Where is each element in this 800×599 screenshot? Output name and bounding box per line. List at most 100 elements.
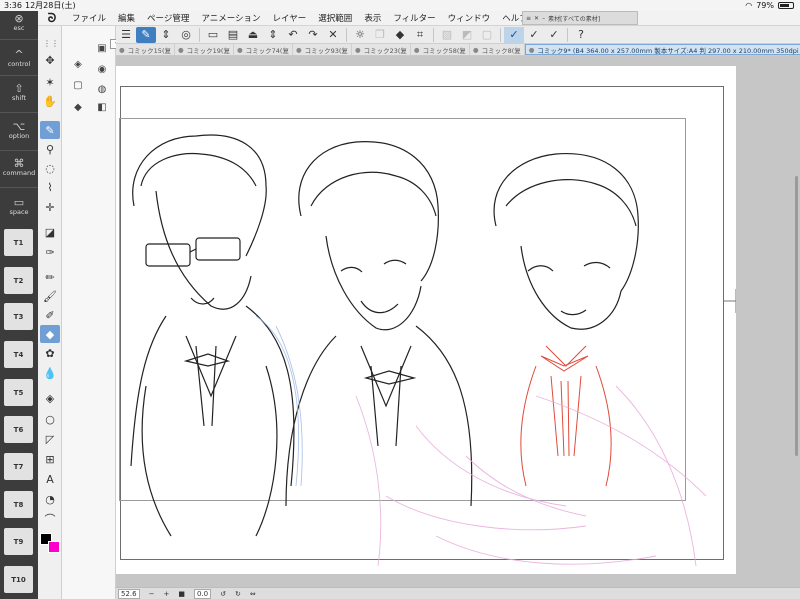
zoom-in-icon[interactable]: + [163,590,169,598]
t7-key[interactable]: T7 [4,453,33,480]
hand-tool-icon[interactable]: ✋ [40,92,60,110]
t3-key[interactable]: T3 [4,303,33,330]
canvas-paper[interactable] [116,66,736,574]
space-key[interactable]: ▭ space [2,197,36,216]
selection-pen-tool-icon[interactable]: ⌇ [40,178,60,196]
layer-icon[interactable]: ▣ [94,41,110,55]
ruler-snap-icon[interactable]: ▨ [437,27,457,43]
document-tab[interactable]: ● コミック58(复 [411,44,470,55]
spinner-icon-2[interactable]: ⇕ [263,27,283,43]
menu-view[interactable]: 表示 [358,12,387,24]
pen-pressure-icon[interactable]: ✓ [504,26,524,43]
main-tool-button[interactable]: ✎ [136,26,156,43]
menu-animation[interactable]: アニメーション [195,12,266,24]
layer-color-icon[interactable]: ◉ [94,62,110,76]
move-layer-tool-icon[interactable]: ✥ [40,51,60,69]
document-tab-active[interactable]: ● コミック9* (B4 364.00 x 257.00mm 製本サイズ:A4 判… [524,44,800,55]
grip-icon[interactable]: ≡ [526,15,531,22]
fill-bucket-icon[interactable]: ◆ [390,27,410,43]
stabilizer-icon[interactable]: ✓ [524,27,544,43]
pen-tool-icon[interactable]: ✑ [40,243,60,261]
gradient-tool-icon[interactable]: ◪ [40,223,60,241]
layer-stack-icon[interactable]: ◈ [70,57,86,71]
eraser-tool-icon[interactable]: ◆ [40,325,60,343]
lasso-tool-icon[interactable]: ◌ [40,159,60,177]
layer-lock-icon[interactable]: ◍ [94,82,110,96]
layer-mask-icon[interactable]: ◧ [94,100,110,114]
airbrush-tool-icon[interactable]: ✐ [40,306,60,324]
balloon-tool-icon[interactable]: ◔ [40,490,60,508]
figure-tool-icon[interactable]: ○ [40,410,60,428]
zoom-out-icon[interactable]: − [149,590,155,598]
ruler-tool-icon[interactable]: ◸ [40,430,60,448]
grid-snap-icon[interactable]: ▢ [477,27,497,43]
transform-tool-icon[interactable]: ✛ [40,198,60,216]
drawing-canvas[interactable] [116,56,800,587]
layer-reference-icon[interactable]: ◆ [70,100,86,114]
settings-target-icon[interactable]: ◎ [176,27,196,43]
menu-filter[interactable]: フィルター [387,12,441,24]
t10-key[interactable]: T10 [4,566,33,593]
blend-tool-icon[interactable]: 💧 [40,364,60,382]
spinner-icon[interactable]: ⇕ [156,27,176,43]
menu-selection[interactable]: 選択範囲 [312,12,358,24]
magic-wand-tool-icon[interactable]: ✶ [40,73,60,91]
open-folder-icon[interactable]: ▤ [223,27,243,43]
t8-key[interactable]: T8 [4,491,33,518]
control-key[interactable]: ^ control [2,49,36,68]
text-tool-icon[interactable]: A [40,470,60,488]
document-tab[interactable]: ● コミック93(复 [293,44,352,55]
t2-key[interactable]: T2 [4,267,33,294]
help-icon[interactable]: ? [571,27,591,43]
rotation-value[interactable]: 0.0 [193,588,212,599]
new-file-icon[interactable]: ▭ [203,27,223,43]
minimize-icon[interactable]: – [542,15,545,22]
layer-paper-icon[interactable]: ▢ [70,78,86,92]
menu-file[interactable]: ファイル [66,12,112,24]
document-tab[interactable]: ● コミック15(复 [116,44,175,55]
eyedropper-tool-icon[interactable]: ✎ [40,121,60,139]
zoom-value[interactable]: 52.6 [118,588,140,599]
palette-menu-icon[interactable]: ⋮⋮ [43,39,59,49]
fit-icon[interactable]: ■ [178,590,185,598]
esc-key[interactable]: ⊗ esc [2,13,36,32]
redo-icon[interactable]: ↷ [303,27,323,43]
vector-icon[interactable]: ✓ [544,27,564,43]
save-icon[interactable]: ⏏ [243,27,263,43]
document-tab[interactable]: ● コミック74(复 [234,44,293,55]
document-tab[interactable]: ● コミック19(复 [175,44,234,55]
shift-key[interactable]: ⇧ shift [2,83,36,102]
clip-studio-logo-icon[interactable]: ᘐ [38,11,66,26]
undo-icon[interactable]: ↶ [283,27,303,43]
t4-key[interactable]: T4 [4,341,33,368]
copy-icon[interactable]: ❐ [370,27,390,43]
option-key[interactable]: ⌥ option [2,121,36,140]
crop-icon[interactable]: ⌗ [410,27,430,43]
close-icon[interactable]: ✕ [534,15,539,22]
vertical-scrollbar[interactable] [795,176,798,456]
hamburger-menu-icon[interactable]: ☰ [116,27,136,43]
zoom-tool-icon[interactable]: ⚲ [40,140,60,158]
fill-tool-icon[interactable]: ◈ [40,389,60,407]
clear-selection-icon[interactable]: ☼ [350,27,370,43]
decoration-tool-icon[interactable]: ✿ [40,344,60,362]
t6-key[interactable]: T6 [4,416,33,443]
menu-edit[interactable]: 編集 [112,12,141,24]
delete-icon[interactable]: ✕ [323,27,343,43]
t1-key[interactable]: T1 [4,229,33,256]
sub-color-swatch[interactable] [48,541,60,553]
menu-window[interactable]: ウィンドウ [442,12,497,24]
frame-tool-icon[interactable]: ⊞ [40,450,60,468]
correct-line-tool-icon[interactable]: ⌒ [40,510,60,528]
t5-key[interactable]: T5 [4,379,33,406]
document-tab[interactable]: ● コミック23(复 [352,44,411,55]
material-mini-palette[interactable]: ≡ ✕ – 素材[すべての素材] [522,11,638,25]
menu-layer[interactable]: レイヤー [267,12,313,24]
pencil-tool-icon[interactable]: ✏ [40,268,60,286]
document-tab[interactable]: ● コミック8(复 [470,44,525,55]
brush-tool-icon[interactable]: 🖌 [40,287,60,305]
rotate-right-icon[interactable]: ↻ [235,590,241,598]
rotate-left-icon[interactable]: ↺ [220,590,226,598]
t9-key[interactable]: T9 [4,528,33,555]
menu-page[interactable]: ページ管理 [141,12,195,24]
